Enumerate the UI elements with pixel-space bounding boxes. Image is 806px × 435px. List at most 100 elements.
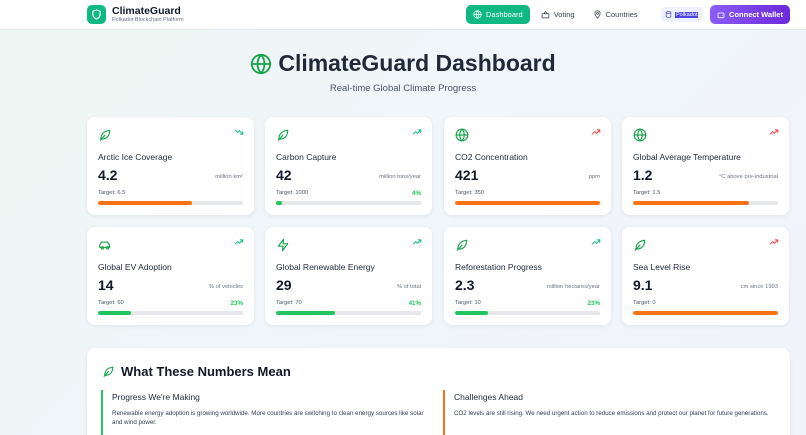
metric-value: 29	[276, 277, 292, 293]
meaning-section: What These Numbers Mean Progress We're M…	[87, 348, 790, 435]
metric-value: 4.2	[98, 167, 118, 183]
connect-wallet-button[interactable]: Connect Wallet	[710, 5, 790, 24]
progress-bar	[276, 311, 421, 315]
progress-bar	[455, 311, 600, 315]
metric-value: 1.2	[633, 167, 653, 183]
metric-card[interactable]: Reforestation Progress 2.3 million hectare…	[444, 227, 611, 325]
progress-bar	[633, 311, 778, 315]
metric-unit: million hectares/year	[546, 284, 600, 290]
lightning-icon	[277, 238, 289, 252]
progress-bar-fill	[455, 201, 600, 205]
nav-countries-button[interactable]: Countries	[586, 5, 645, 24]
progress-bar	[455, 201, 600, 205]
challenges-title: Challenges Ahead	[454, 392, 524, 402]
trend-up-icon	[234, 239, 244, 245]
metric-percent: 4%	[412, 190, 421, 197]
meaning-title: What These Numbers Mean	[121, 364, 291, 379]
page-subtitle: Real-time Global Climate Progress	[329, 83, 477, 94]
globe-icon	[455, 128, 469, 142]
globe-icon	[633, 128, 647, 142]
progress-bar-fill	[98, 311, 132, 315]
trend-up-icon	[412, 129, 422, 135]
metric-unit: % of vehicles	[208, 284, 243, 290]
metric-label: Global EV Adoption	[98, 262, 172, 272]
nav-voting-label: Voting	[553, 10, 575, 19]
metric-value: 2.3	[455, 277, 475, 293]
network-badge[interactable]: Polkadot	[661, 7, 703, 22]
metric-target: Target: 10	[455, 300, 481, 306]
metric-label: Global Renewable Energy	[276, 262, 375, 272]
nav-countries-label: Countries	[605, 10, 638, 19]
page-title-row: ClimateGuard Dashboard	[0, 50, 806, 77]
metric-target: Target: 60	[98, 300, 124, 306]
metric-card[interactable]: Global EV Adoption 14 % of vehicles Target:…	[87, 227, 254, 325]
metric-target: Target: 70	[276, 300, 302, 306]
metric-value: 42	[276, 167, 292, 183]
brand[interactable]: ClimateGuard Polkadot Blockchain Platfor…	[87, 5, 184, 24]
metric-label: Carbon Capture	[276, 152, 337, 162]
progress-bar-fill	[98, 201, 193, 205]
shield-icon	[87, 5, 106, 24]
challenges-column: Challenges Ahead CO2 levels are still ri…	[443, 390, 773, 435]
metric-card[interactable]: Arctic Ice Coverage 4.2 million km² Target:…	[87, 117, 254, 215]
metric-label: Reforestation Progress	[455, 262, 542, 272]
metric-card[interactable]: CO2 Concentration 421 ppm Target: 350	[444, 117, 611, 215]
top-navbar: ClimateGuard Polkadot Blockchain Platfor…	[0, 0, 806, 30]
page-title: ClimateGuard Dashboard	[278, 50, 556, 76]
metric-unit: million tons/year	[379, 174, 421, 180]
trend-up-icon	[591, 129, 601, 135]
trend-up-icon	[412, 239, 422, 245]
metric-percent: 23%	[587, 300, 600, 307]
brand-subtitle: Polkadot Blockchain Platform	[112, 17, 184, 23]
progress-bar-fill	[276, 311, 336, 315]
metric-percent: 41%	[408, 300, 421, 307]
leaf-icon	[99, 129, 111, 141]
metric-label: CO2 Concentration	[455, 152, 528, 162]
metric-target: Target: 0	[633, 300, 656, 306]
trend-down-icon	[234, 129, 244, 135]
metric-card[interactable]: Global Renewable Energy 29 % of total Targe…	[265, 227, 432, 325]
globe-icon	[251, 53, 272, 74]
metric-label: Sea Level Rise	[633, 262, 691, 272]
nav-dashboard-button[interactable]: Dashboard	[466, 5, 530, 24]
network-label: Polkadot	[675, 11, 699, 18]
progress-bar-fill	[633, 201, 749, 205]
challenges-text: CO2 levels are still rising. We need urg…	[454, 410, 769, 417]
progress-column: Progress We're Making Renewable energy a…	[101, 390, 431, 435]
progress-bar	[633, 201, 778, 205]
metric-unit: ppm	[588, 174, 600, 180]
metric-value: 14	[98, 277, 114, 293]
metric-card[interactable]: Carbon Capture 42 million tons/year Target:…	[265, 117, 432, 215]
metric-unit: million km²	[215, 174, 243, 180]
nav-voting-button[interactable]: Voting	[534, 5, 582, 24]
metric-target: Target: 1.5	[633, 190, 661, 196]
brand-title: ClimateGuard	[112, 5, 181, 17]
metric-unit: cm since 1993	[740, 284, 778, 290]
metric-label: Arctic Ice Coverage	[98, 152, 173, 162]
leaf-icon	[103, 366, 114, 377]
progress-bar-fill	[455, 311, 489, 315]
database-icon	[665, 11, 672, 18]
progress-bar-fill	[276, 201, 282, 205]
metric-unit: °C above pre-industrial	[718, 174, 778, 180]
metric-target: Target: 6.5	[98, 190, 126, 196]
metric-unit: % of total	[396, 284, 421, 290]
progress-bar	[98, 311, 243, 315]
nav-dashboard-label: Dashboard	[486, 10, 523, 19]
metric-label: Global Average Temperature	[633, 152, 741, 162]
metric-card[interactable]: Global Average Temperature 1.2 °C above pr…	[622, 117, 789, 215]
metric-target: Target: 350	[455, 190, 485, 196]
main-nav: Dashboard Voting Countries	[466, 5, 649, 24]
car-icon	[99, 241, 111, 250]
leaf-icon	[456, 239, 468, 251]
globe-icon	[473, 10, 482, 19]
progress-bar-fill	[633, 311, 778, 315]
vote-icon	[541, 10, 549, 19]
wallet-icon	[717, 12, 725, 18]
metric-card[interactable]: Sea Level Rise 9.1 cm since 1993 Target: 0	[622, 227, 789, 325]
metric-target: Target: 1000	[276, 190, 309, 196]
leaf-icon	[634, 239, 646, 251]
progress-bar	[98, 201, 243, 205]
metric-value: 421	[455, 167, 479, 183]
progress-title: Progress We're Making	[112, 392, 200, 402]
